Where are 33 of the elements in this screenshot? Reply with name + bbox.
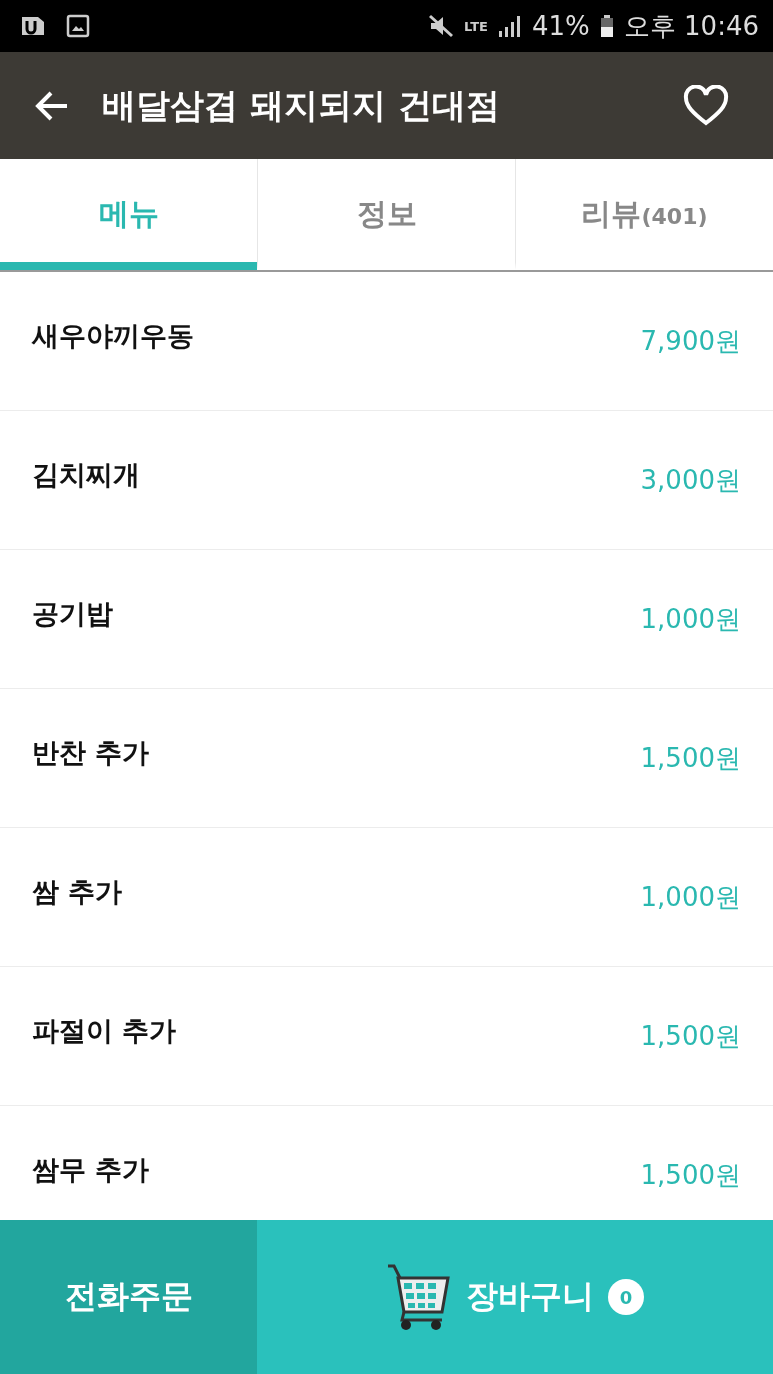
network-type: LTE	[464, 18, 488, 34]
menu-name: 반찬 추가	[32, 736, 150, 770]
menu-row[interactable]: 반찬 추가 1,500원	[0, 689, 773, 828]
menu-price: 1,000원	[640, 602, 741, 636]
mute-icon	[428, 14, 455, 38]
cart-count: 0	[608, 1279, 644, 1315]
menu-price: 1,500원	[640, 1158, 741, 1192]
menu-price: 1,500원	[640, 741, 741, 775]
cart-label: 장바구니	[466, 1276, 594, 1317]
back-icon[interactable]	[34, 89, 70, 122]
menu-name: 김치찌개	[32, 458, 140, 492]
menu-price: 7,900원	[640, 324, 741, 358]
cart-icon	[386, 1262, 452, 1332]
image-icon	[66, 14, 90, 38]
menu-name: 새우야끼우동	[32, 319, 194, 353]
menu-row[interactable]: 쌈 추가 1,000원	[0, 828, 773, 967]
menu-price: 3,000원	[640, 463, 741, 497]
menu-name: 공기밥	[32, 597, 113, 631]
menu-name: 쌈무 추가	[32, 1153, 150, 1187]
battery-percent: 41%	[532, 11, 590, 41]
menu-name: 파절이 추가	[32, 1014, 177, 1048]
store-title: 배달삼겹 돼지되지 건대점	[102, 83, 501, 127]
clock: 오후 10:46	[623, 9, 759, 43]
menu-row[interactable]: 새우야끼우동 7,900원	[0, 272, 773, 411]
battery-icon	[599, 14, 614, 38]
signal-icon	[498, 14, 522, 38]
menu-price: 1,000원	[640, 880, 741, 914]
menu-row[interactable]: 파절이 추가 1,500원	[0, 967, 773, 1106]
menu-row[interactable]: 김치찌개 3,000원	[0, 411, 773, 550]
menu-price: 1,500원	[640, 1019, 741, 1053]
heart-icon[interactable]	[683, 84, 729, 127]
menu-name: 쌈 추가	[32, 875, 123, 909]
menu-row[interactable]: 공기밥 1,000원	[0, 550, 773, 689]
